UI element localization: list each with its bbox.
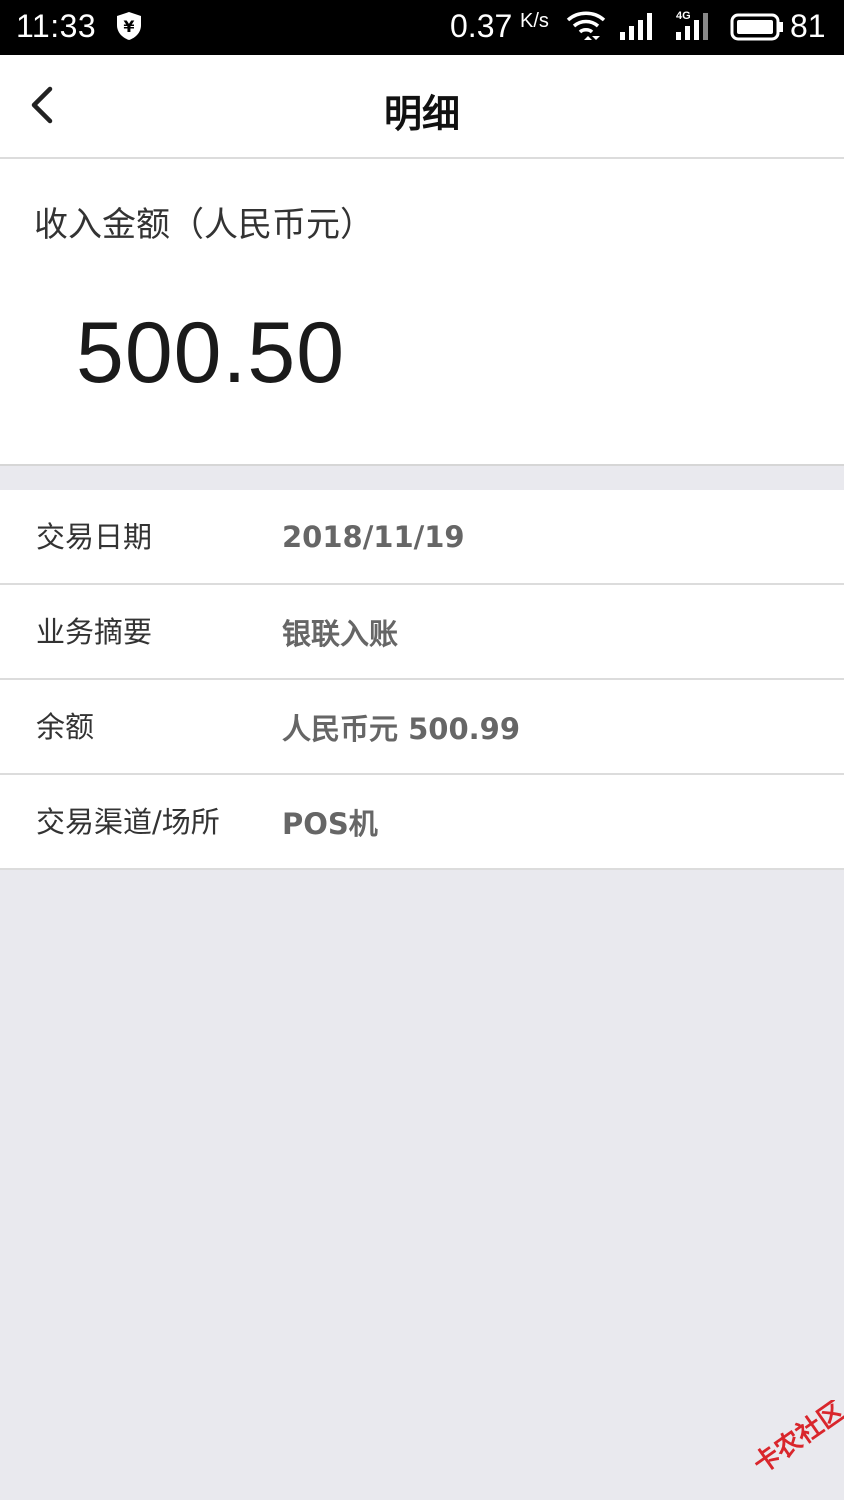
- detail-row-balance: 余额 人民币元 500.99: [0, 680, 844, 775]
- watermark-text: 卡农社区: [748, 1400, 844, 1480]
- network-speed-unit: K/s: [520, 10, 549, 32]
- wifi-icon: [566, 10, 606, 47]
- detail-value: 银联入账: [282, 616, 399, 651]
- detail-key: 业务摘要: [36, 614, 153, 649]
- detail-key: 交易日期: [36, 519, 153, 554]
- detail-row-summary: 业务摘要 银联入账: [0, 585, 844, 680]
- status-time: 11:33: [16, 8, 97, 44]
- detail-list: 交易日期 2018/11/19 业务摘要 银联入账 余额 人民币元 500.99…: [0, 490, 844, 870]
- page-title: 明细: [383, 92, 460, 136]
- detail-value: 人民币元 500.99: [282, 711, 521, 746]
- detail-value: 2018/11/19: [282, 519, 465, 554]
- amount-value: 500.50: [76, 305, 346, 401]
- shield-yen-icon: ¥: [115, 11, 143, 41]
- detail-value: POS机: [282, 806, 378, 841]
- amount-card: 收入金额（人民币元） 500.50: [0, 159, 844, 466]
- status-bar: 11:33 ¥ 0.37 K/s 4G 81: [0, 0, 844, 55]
- detail-key: 交易渠道/场所: [36, 804, 220, 839]
- signal-4g-icon: [674, 12, 714, 45]
- battery-icon: [730, 13, 784, 46]
- network-speed: 0.37: [450, 8, 513, 44]
- svg-text:¥: ¥: [123, 17, 134, 36]
- watermark-logo: 卡农社区: [736, 1395, 844, 1490]
- signal-icon: [618, 12, 658, 45]
- detail-row-channel: 交易渠道/场所 POS机: [0, 775, 844, 870]
- nav-header: 明细: [0, 55, 844, 159]
- detail-row-date: 交易日期 2018/11/19: [0, 490, 844, 585]
- amount-label: 收入金额（人民币元）: [34, 205, 374, 245]
- detail-key: 余额: [36, 709, 95, 744]
- battery-percent: 81: [790, 8, 826, 44]
